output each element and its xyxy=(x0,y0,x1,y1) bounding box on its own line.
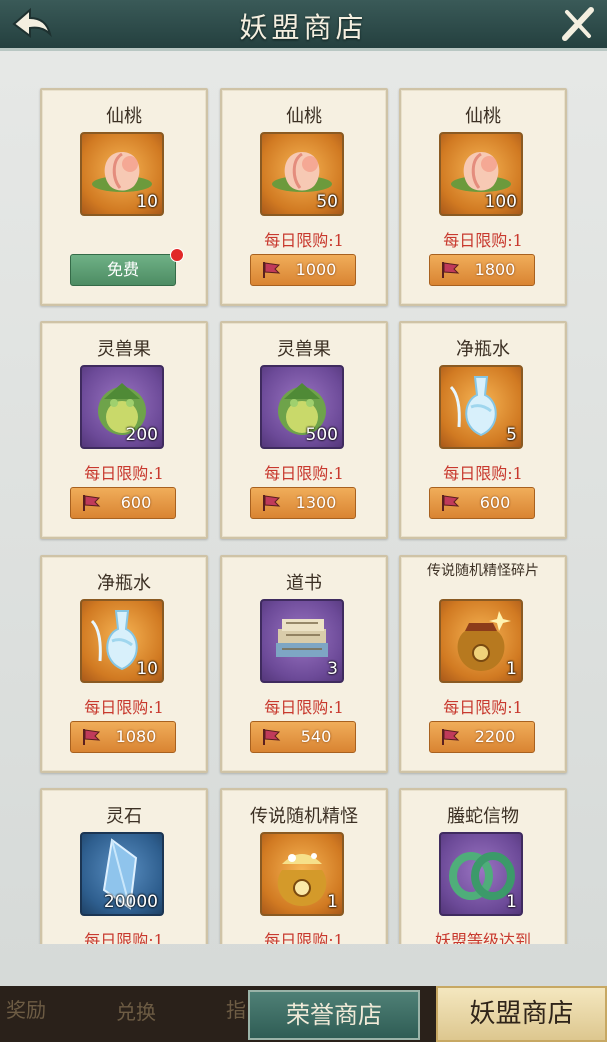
tab-alliance-shop[interactable]: 妖盟商店 xyxy=(436,986,607,1042)
peach-icon[interactable]: 10 xyxy=(80,132,164,216)
shop-item-card[interactable]: 灵石 20000 每日限购:1 xyxy=(40,788,208,944)
alliance-coin-icon xyxy=(440,493,462,513)
price-value: 540 xyxy=(300,727,332,746)
item-name: 道书 xyxy=(286,573,322,594)
item-quantity: 1 xyxy=(506,659,517,679)
shop-item-card[interactable]: 传说随机精怪 1 每日限购:1 xyxy=(220,788,388,944)
shop-item-card[interactable]: 传说随机精怪碎片 1 每日限购:1 2200 xyxy=(399,555,567,773)
item-name: 螣蛇信物 xyxy=(447,806,519,827)
purchase-limit: 每日限购:1 xyxy=(264,931,344,944)
price-value: 2200 xyxy=(474,727,516,746)
price-value: 1080 xyxy=(115,727,157,746)
shop-item-card[interactable]: 螣蛇信物 1 妖盟等级达到 xyxy=(399,788,567,944)
shop-item-card[interactable]: 仙桃 10 免费 xyxy=(40,88,208,306)
item-name: 灵石 xyxy=(106,806,142,827)
jade-ring-icon[interactable]: 1 xyxy=(439,832,523,916)
item-quantity: 10 xyxy=(136,192,158,212)
buy-button[interactable]: 1080 xyxy=(70,721,176,753)
beast-fruit-icon[interactable]: 500 xyxy=(260,365,344,449)
tab-exchange[interactable]: 兑换 xyxy=(116,996,156,1025)
buy-button[interactable]: 600 xyxy=(70,487,176,519)
purchase-limit: 每日限购:1 xyxy=(84,698,164,717)
purchase-limit: 每日限购:1 xyxy=(84,464,164,483)
item-name: 传说随机精怪 xyxy=(250,806,358,827)
alliance-coin-icon xyxy=(261,493,283,513)
item-quantity: 1 xyxy=(327,892,338,912)
shop-item-card[interactable]: 仙桃 100 每日限购:1 1800 xyxy=(399,88,567,306)
tab-honor-shop[interactable]: 荣誉商店 xyxy=(248,990,420,1040)
treasure-bag-icon[interactable]: 1 xyxy=(260,832,344,916)
item-name: 传说随机精怪碎片 xyxy=(427,563,539,579)
item-quantity: 500 xyxy=(305,425,338,445)
alliance-coin-icon xyxy=(261,727,283,747)
buy-button[interactable]: 2200 xyxy=(429,721,535,753)
buy-button[interactable]: 1800 xyxy=(429,254,535,286)
item-quantity: 50 xyxy=(316,192,338,212)
item-name: 仙桃 xyxy=(286,106,322,127)
peach-icon[interactable]: 50 xyxy=(260,132,344,216)
purchase-limit: 每日限购:1 xyxy=(443,698,523,717)
shop-item-card[interactable]: 仙桃 50 每日限购:1 1000 xyxy=(220,88,388,306)
tab-reward[interactable]: 奖励 xyxy=(6,994,46,1023)
vase-water-icon[interactable]: 10 xyxy=(80,599,164,683)
item-quantity: 10 xyxy=(136,659,158,679)
pouch-icon[interactable]: 1 xyxy=(439,599,523,683)
shop-item-card[interactable]: 道书 3 每日限购:1 540 xyxy=(220,555,388,773)
item-name: 灵兽果 xyxy=(277,339,331,360)
purchase-limit: 妖盟等级达到 xyxy=(434,931,531,944)
spirit-stone-icon[interactable]: 20000 xyxy=(80,832,164,916)
notification-dot xyxy=(170,248,184,262)
item-name: 仙桃 xyxy=(465,106,501,127)
purchase-limit: 每日限购:1 xyxy=(264,698,344,717)
purchase-limit: 每日限购:1 xyxy=(443,464,523,483)
alliance-coin-icon xyxy=(440,727,462,747)
item-quantity: 20000 xyxy=(103,892,158,912)
close-icon[interactable] xyxy=(555,4,601,44)
peach-icon[interactable]: 100 xyxy=(439,132,523,216)
price-value: 600 xyxy=(120,493,152,512)
item-name: 灵兽果 xyxy=(97,339,151,360)
beast-fruit-icon[interactable]: 200 xyxy=(80,365,164,449)
buy-button[interactable]: 600 xyxy=(429,487,535,519)
vase-water-icon[interactable]: 5 xyxy=(439,365,523,449)
book-icon[interactable]: 3 xyxy=(260,599,344,683)
item-quantity: 200 xyxy=(125,425,158,445)
price-value: 1000 xyxy=(295,260,337,279)
purchase-limit: 每日限购:1 xyxy=(264,231,344,250)
shop-panel: 仙桃 10 免费 仙桃 50 每日限购:1 1000 仙桃 100 每日限购:1 1800 灵兽果 20… xyxy=(0,51,607,986)
shop-item-card[interactable]: 净瓶水 10 每日限购:1 1080 xyxy=(40,555,208,773)
shop-item-card[interactable]: 净瓶水 5 每日限购:1 600 xyxy=(399,321,567,539)
alliance-coin-icon xyxy=(440,260,462,280)
purchase-limit: 每日限购:1 xyxy=(264,464,344,483)
item-quantity: 100 xyxy=(484,192,517,212)
item-name: 净瓶水 xyxy=(456,339,510,360)
price-value: 1300 xyxy=(295,493,337,512)
buy-button[interactable]: 1300 xyxy=(250,487,356,519)
shop-item-card[interactable]: 灵兽果 500 每日限购:1 1300 xyxy=(220,321,388,539)
header-bar: 妖盟商店 xyxy=(0,0,607,51)
buy-button[interactable]: 540 xyxy=(250,721,356,753)
buy-button[interactable]: 1000 xyxy=(250,254,356,286)
item-quantity: 1 xyxy=(506,892,517,912)
shop-item-grid[interactable]: 仙桃 10 免费 仙桃 50 每日限购:1 1000 仙桃 100 每日限购:1 1800 灵兽果 20… xyxy=(0,51,607,944)
alliance-coin-icon xyxy=(81,493,103,513)
page-title: 妖盟商店 xyxy=(239,11,368,44)
item-name: 仙桃 xyxy=(106,106,142,127)
alliance-coin-icon xyxy=(261,260,283,280)
price-value: 600 xyxy=(479,493,511,512)
item-quantity: 3 xyxy=(327,659,338,679)
tab-third[interactable]: 指 xyxy=(226,994,246,1023)
price-value: 1800 xyxy=(474,260,516,279)
alliance-coin-icon xyxy=(81,727,103,747)
shop-item-card[interactable]: 灵兽果 200 每日限购:1 600 xyxy=(40,321,208,539)
purchase-limit: 每日限购:1 xyxy=(84,931,164,944)
item-quantity: 5 xyxy=(506,425,517,445)
item-name: 净瓶水 xyxy=(97,573,151,594)
purchase-limit: 每日限购:1 xyxy=(443,231,523,250)
free-claim-button[interactable]: 免费 xyxy=(70,254,176,286)
